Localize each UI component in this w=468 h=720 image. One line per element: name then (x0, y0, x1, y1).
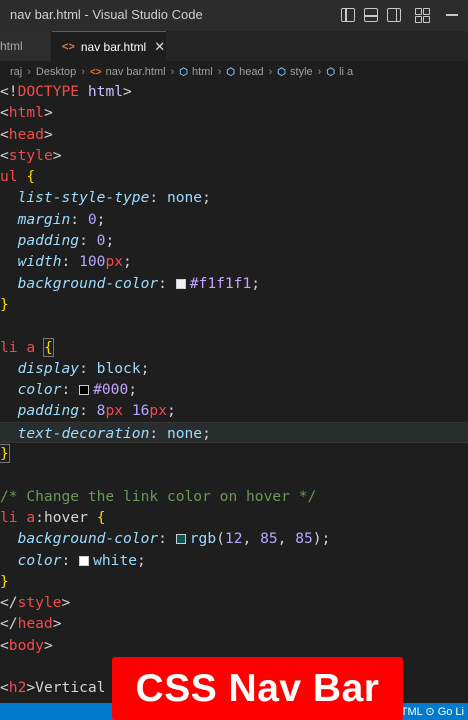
breadcrumb-item[interactable]: Desktop (36, 66, 76, 78)
breadcrumb: raj › Desktop › <> nav bar.html › ⬡ html… (0, 61, 468, 83)
code-line: </style> (0, 594, 71, 612)
tab-html[interactable]: html (0, 31, 52, 61)
color-swatch[interactable] (79, 555, 90, 566)
window-title: nav bar.html - Visual Studio Code (10, 7, 203, 22)
code-line: li a { (0, 337, 54, 357)
element-icon: ⬡ (226, 66, 236, 78)
chevron-right-icon: › (27, 66, 31, 78)
breadcrumb-item[interactable]: html (192, 66, 213, 78)
code-line: padding: 8px 16px; (17, 402, 176, 420)
color-swatch[interactable] (79, 385, 90, 396)
toggle-panel-icon[interactable] (364, 8, 378, 22)
chevron-right-icon: › (317, 66, 322, 78)
tab-nav-bar-html[interactable]: <> nav bar.html ✕ (52, 31, 166, 61)
code-line: padding: 0; (17, 232, 115, 250)
element-icon: ⬡ (326, 66, 336, 78)
code-line: color: #000; (17, 381, 138, 399)
go-live-button[interactable]: ⊙ Go Li (425, 706, 464, 718)
code-line: </head> (0, 615, 62, 633)
customize-layout-icon[interactable] (415, 7, 430, 23)
title-bar: nav bar.html - Visual Studio Code (0, 0, 468, 31)
toggle-primary-sidebar-icon[interactable] (341, 8, 355, 22)
breadcrumb-item[interactable]: li a (339, 66, 353, 78)
code-line: li a:hover { (0, 508, 106, 526)
code-line: } (0, 444, 10, 464)
code-line: list-style-type: none; (17, 189, 211, 207)
breadcrumb-item[interactable]: style (290, 66, 313, 78)
code-line: color: white; (17, 551, 146, 569)
code-editor[interactable]: <!DOCTYPE html> <html> <head> <style> ul… (0, 81, 468, 699)
code-line-current: text-decoration: none; (0, 421, 468, 444)
breadcrumb-item[interactable]: raj (10, 66, 22, 78)
code-line: <body> (0, 636, 53, 654)
title-banner: CSS Nav Bar (112, 657, 403, 720)
language-mode[interactable]: TML (401, 706, 423, 718)
element-icon: ⬡ (277, 66, 287, 78)
breadcrumb-item[interactable]: head (239, 66, 263, 78)
toggle-secondary-sidebar-icon[interactable] (387, 8, 401, 22)
chevron-right-icon: › (217, 66, 222, 78)
code-line: } (0, 295, 9, 313)
chevron-right-icon: › (170, 66, 175, 78)
code-line: <head> (0, 125, 53, 143)
close-icon[interactable]: ✕ (154, 39, 165, 55)
color-swatch[interactable] (175, 278, 186, 289)
breadcrumb-item[interactable]: nav bar.html (106, 66, 166, 78)
tab-label: html (0, 39, 23, 53)
layout-controls (332, 6, 468, 24)
tab-bar: html <> nav bar.html ✕ (0, 31, 468, 61)
code-line: <style> (0, 146, 62, 164)
code-line: /* Change the link color on hover */ (0, 487, 317, 505)
color-swatch[interactable] (175, 534, 186, 545)
chevron-right-icon: › (268, 66, 273, 78)
code-line: } (0, 572, 9, 590)
code-line: width: 100px; (17, 253, 132, 271)
code-line: <html> (0, 104, 53, 122)
status-right: TML ⊙ Go Li (401, 705, 464, 718)
minimize-icon[interactable] (446, 14, 458, 16)
code-line: <!DOCTYPE html> (0, 83, 132, 100)
html-file-icon: <> (62, 40, 75, 53)
code-line: background-color: #f1f1f1; (17, 274, 261, 292)
code-line: margin: 0; (17, 210, 106, 228)
element-icon: ⬡ (179, 66, 188, 78)
code-line: display: block; (17, 359, 150, 377)
code-line: background-color: rgb(12, 85, 85); (17, 530, 331, 548)
code-line: ul { (0, 168, 36, 186)
tab-label: nav bar.html (80, 39, 147, 54)
chevron-right-icon: › (81, 66, 85, 78)
html-file-icon: <> (89, 66, 102, 78)
